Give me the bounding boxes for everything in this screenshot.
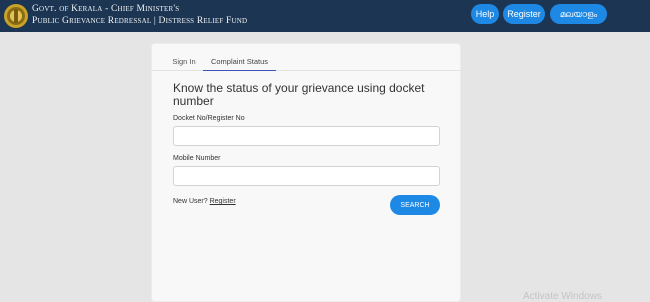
mobile-input[interactable] <box>173 166 440 186</box>
tab-complaint-status[interactable]: Complaint Status <box>203 52 276 71</box>
form-heading: Know the status of your grievance using … <box>173 81 425 108</box>
new-user-prompt: New User? Register <box>173 198 236 205</box>
mobile-label: Mobile Number <box>173 155 221 162</box>
tab-sign-in[interactable]: Sign In <box>165 52 203 71</box>
activate-windows-watermark: Activate Windows <box>523 291 602 302</box>
site-title: Govt. of Kerala - Chief Minister's Publi… <box>32 4 247 27</box>
language-button[interactable]: മലയാളം <box>550 4 607 24</box>
title-line-2: Public Grievance Redressal | Distress Re… <box>32 16 248 26</box>
top-header: Govt. of Kerala - Chief Minister's Publi… <box>0 0 650 32</box>
register-link[interactable]: Register <box>210 198 236 205</box>
register-button[interactable]: Register <box>503 4 545 24</box>
docket-input[interactable] <box>173 126 440 146</box>
help-button[interactable]: Help <box>471 4 499 24</box>
docket-label: Docket No/Register No <box>173 115 245 122</box>
new-user-text: New User? <box>173 198 208 205</box>
search-button[interactable]: SEARCH <box>390 195 440 215</box>
complaint-status-card: Sign In Complaint Status Know the status… <box>151 43 462 302</box>
title-line-1: Govt. of Kerala - Chief Minister's <box>32 4 180 14</box>
tab-bar: Sign In Complaint Status <box>152 52 462 71</box>
kerala-emblem-icon <box>4 4 28 28</box>
